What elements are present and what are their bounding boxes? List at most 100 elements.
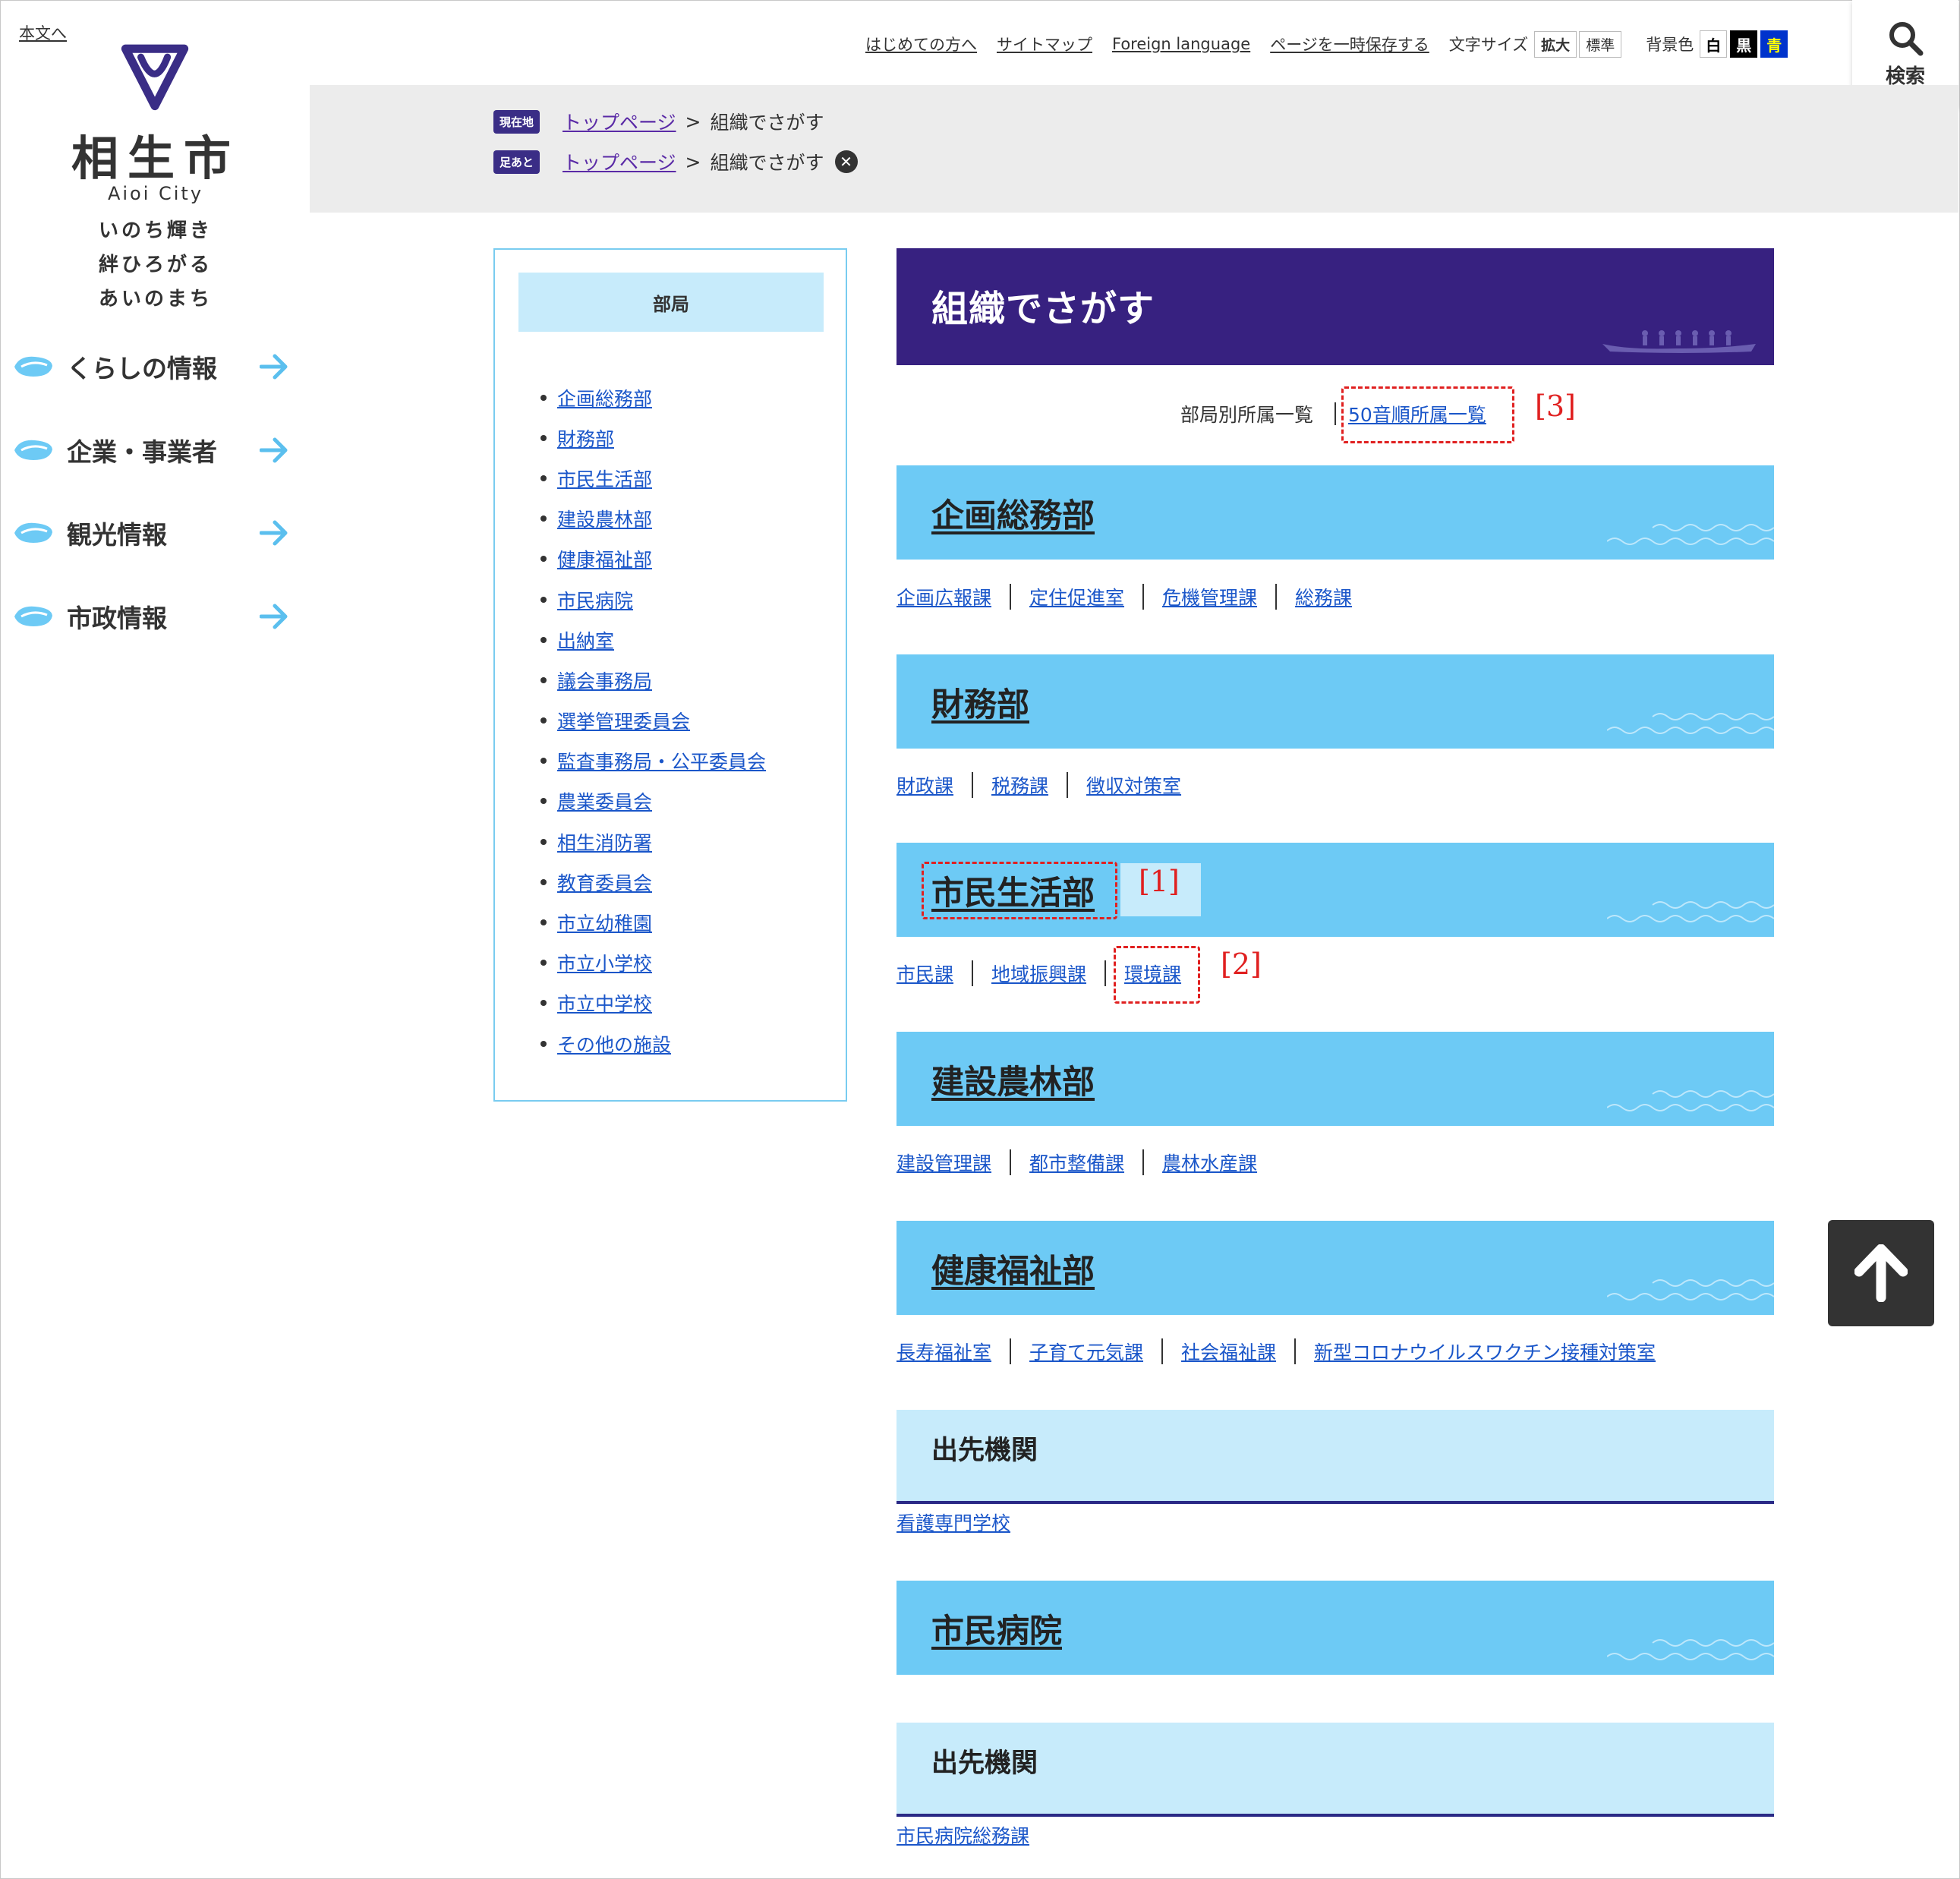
outpost-link[interactable]: 市民病院総務課 <box>896 1821 1029 1849</box>
city-logo-icon[interactable] <box>120 42 190 112</box>
arrow-up-icon <box>1854 1244 1908 1302</box>
history-current-page: 組織でさがす <box>710 152 824 174</box>
bullet-icon <box>540 515 547 522</box>
section-link[interactable]: 子育て元気課 <box>1029 1338 1143 1365</box>
background-color-label: 背景色 <box>1646 36 1694 54</box>
link-separator <box>1010 1338 1012 1364</box>
link-separator <box>1104 960 1107 986</box>
side-menu-item: 出納室 <box>540 620 766 660</box>
section-link[interactable]: 総務課 <box>1295 583 1352 610</box>
side-menu-link[interactable]: 市立小学校 <box>557 949 652 976</box>
font-size-larger-button[interactable]: 拡大 <box>1534 30 1577 58</box>
side-menu-link[interactable]: 選挙管理委員会 <box>557 707 690 734</box>
arrow-right-icon <box>260 354 288 380</box>
sitemap-link[interactable]: サイトマップ <box>997 33 1092 55</box>
side-menu-item: 農業委員会 <box>540 781 766 821</box>
global-nav-business[interactable]: 企業・事業者 <box>12 424 293 477</box>
dept-link[interactable]: 建設農林部 <box>931 1056 1095 1103</box>
oyster-icon <box>14 606 52 626</box>
outpost-links: 看護専門学校 <box>896 1503 1010 1541</box>
annotation-label-1: [1] <box>1139 865 1180 898</box>
side-menu-link[interactable]: 市民生活部 <box>557 465 652 492</box>
outpost-link[interactable]: 看護専門学校 <box>896 1509 1010 1536</box>
side-menu-link[interactable]: 市民病院 <box>557 586 633 613</box>
side-menu-list: 企画総務部財務部市民生活部建設農林部健康福祉部市民病院出納室議会事務局選挙管理委… <box>540 377 766 1064</box>
side-menu-item: 市立中学校 <box>540 983 766 1023</box>
section-link[interactable]: 定住促進室 <box>1029 583 1124 610</box>
arrow-right-icon <box>260 520 288 546</box>
dept-link[interactable]: 健康福祉部 <box>931 1245 1095 1292</box>
bullet-icon <box>540 758 547 765</box>
side-menu-item: 教育委員会 <box>540 862 766 902</box>
link-separator <box>972 960 974 986</box>
side-menu-link[interactable]: その他の施設 <box>557 1030 671 1058</box>
section-link[interactable]: 建設管理課 <box>896 1149 991 1176</box>
dept-link[interactable]: 企画総務部 <box>931 490 1095 537</box>
history-badge: 足あと <box>493 150 540 174</box>
side-menu-link[interactable]: 建設農林部 <box>557 505 652 532</box>
link-separator <box>1275 584 1278 610</box>
global-nav-label: 市政情報 <box>67 604 167 633</box>
dept-link[interactable]: 市民生活部 <box>931 867 1095 914</box>
global-nav-tourism[interactable]: 観光情報 <box>12 506 293 560</box>
history-top-link[interactable]: トップページ <box>562 148 676 175</box>
bullet-icon <box>540 676 547 683</box>
side-menu-link[interactable]: 農業委員会 <box>557 787 652 815</box>
font-size-standard-button[interactable]: 標準 <box>1579 30 1622 58</box>
side-menu-link[interactable]: 出納室 <box>557 626 614 654</box>
section-link[interactable]: 市民課 <box>896 960 953 987</box>
section-link[interactable]: 農林水産課 <box>1162 1149 1257 1176</box>
section-link[interactable]: 地域振興課 <box>991 960 1086 987</box>
link-separator <box>1010 1149 1012 1175</box>
breadcrumb-top-link[interactable]: トップページ <box>562 108 676 135</box>
section-link[interactable]: 都市整備課 <box>1029 1149 1124 1176</box>
section-link-kankyo[interactable]: 環境課 <box>1124 960 1181 987</box>
section-link[interactable]: 社会福祉課 <box>1181 1338 1276 1365</box>
bg-white-button[interactable]: 白 <box>1700 30 1728 58</box>
section-link[interactable]: 徴収対策室 <box>1086 771 1181 799</box>
side-menu-link[interactable]: 相生消防署 <box>557 828 652 856</box>
side-menu-link[interactable]: 市立幼稚園 <box>557 909 652 936</box>
page-top-button[interactable] <box>1828 1220 1934 1326</box>
wave-icon <box>1607 713 1774 734</box>
side-menu-link[interactable]: 企画総務部 <box>557 384 652 411</box>
global-nav-label: 観光情報 <box>67 520 167 550</box>
bg-blue-button[interactable]: 青 <box>1760 30 1788 58</box>
global-nav-kurashi[interactable]: くらしの情報 <box>12 340 293 393</box>
subnav-divider <box>1335 402 1337 425</box>
side-menu-link[interactable]: 教育委員会 <box>557 869 652 896</box>
link-separator <box>1161 1338 1164 1364</box>
close-icon[interactable]: ✕ <box>834 150 858 173</box>
side-menu-link[interactable]: 議会事務局 <box>557 667 652 694</box>
global-nav-label: 企業・事業者 <box>67 437 217 467</box>
link-separator <box>1142 584 1145 610</box>
side-menu-link[interactable]: 監査事務局・公平委員会 <box>557 747 766 774</box>
wave-icon <box>1607 1279 1774 1300</box>
foreign-language-link[interactable]: Foreign language <box>1112 35 1250 53</box>
side-menu-link[interactable]: 財務部 <box>557 424 614 452</box>
section-link[interactable]: 新型コロナウイルスワクチン接種対策室 <box>1314 1338 1656 1365</box>
slogan-line-3: あいのまち <box>98 288 213 311</box>
save-page-link[interactable]: ページを一時保存する <box>1270 33 1429 55</box>
link-separator <box>1142 1149 1145 1175</box>
first-visit-link[interactable]: はじめての方へ <box>865 33 977 55</box>
page-title: 組織でさがす <box>931 288 1155 330</box>
global-nav-municipal[interactable]: 市政情報 <box>12 590 293 643</box>
section-link[interactable]: 企画広報課 <box>896 583 991 610</box>
side-menu-link[interactable]: 市立中学校 <box>557 989 652 1017</box>
section-link[interactable]: 財政課 <box>896 771 953 799</box>
section-link[interactable]: 危機管理課 <box>1162 583 1257 610</box>
section-link[interactable]: 税務課 <box>991 771 1048 799</box>
slogan-line-2: 絆ひろがる <box>98 254 213 276</box>
utility-bar: はじめての方へ サイトマップ Foreign language ページを一時保存… <box>865 29 1791 59</box>
section-link[interactable]: 長寿福祉室 <box>896 1338 991 1365</box>
dept-link[interactable]: 財務部 <box>931 679 1029 726</box>
search-icon <box>1889 21 1924 55</box>
skip-to-content-link[interactable]: 本文へ <box>19 21 67 44</box>
side-menu-link[interactable]: 健康福祉部 <box>557 545 652 572</box>
dept-link[interactable]: 市民病院 <box>931 1605 1062 1652</box>
side-menu-item: 健康福祉部 <box>540 539 766 579</box>
wave-icon <box>1607 524 1774 545</box>
bg-black-button[interactable]: 黒 <box>1730 30 1758 58</box>
alphabetical-list-link[interactable]: 50音順所属一覧 <box>1348 400 1486 427</box>
